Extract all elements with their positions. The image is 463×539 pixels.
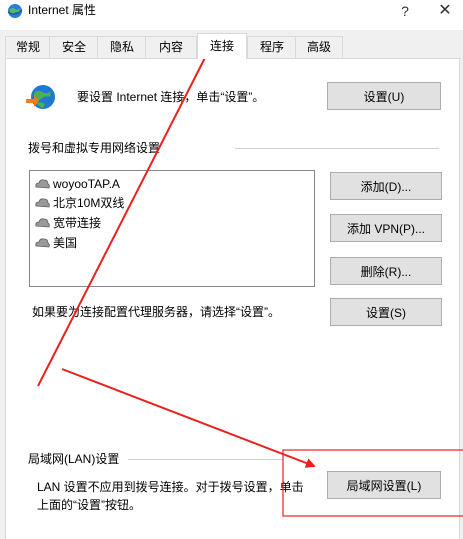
lan-description-line1: LAN 设置不应用到拨号连接。对于拨号设置，单击 [37,480,304,494]
setup-button[interactable]: 设置(U) [327,82,441,110]
lan-section-title: 局域网(LAN)设置 [28,452,120,466]
proxy-description: 如果要为连接配置代理服务器，请选择“设置”。 [32,305,280,319]
tab-general[interactable]: 常规 [5,36,51,58]
list-item[interactable]: 北京10M双线 [34,193,124,212]
list-item[interactable]: woyooTAP.A [34,174,120,193]
lan-separator [128,459,283,460]
title-bar: Internet 属性 ? ✕ [0,0,463,30]
network-connection-icon [35,217,50,227]
connections-list[interactable]: woyooTAP.A 北京10M双线 宽带连接 美国 [29,170,315,287]
dialup-separator [235,148,439,149]
connection-name: woyooTAP.A [53,176,120,191]
dialup-section-title: 拨号和虚拟专用网络设置 [28,141,161,155]
tab-connections[interactable]: 连接 [197,33,247,59]
window-title: Internet 属性 [28,3,97,17]
tab-programs[interactable]: 程序 [247,36,297,58]
internet-setup-icon [26,85,55,109]
lan-settings-button[interactable]: 局域网设置(L) [327,471,441,499]
connection-name: 北京10M双线 [53,196,125,210]
tab-bar: 常规 安全 隐私 内容 连接 程序 高级 [0,33,463,59]
connection-name: 美国 [53,236,78,250]
network-connection-icon [35,178,50,188]
help-button[interactable]: ? [390,0,420,24]
add-vpn-button[interactable]: 添加 VPN(P)... [330,214,442,242]
tab-security[interactable]: 安全 [49,36,99,58]
setup-description: 要设置 Internet 连接，单击“设置”。 [77,90,265,104]
proxy-settings-button[interactable]: 设置(S) [330,298,442,326]
network-connection-icon [35,237,50,247]
close-button[interactable]: ✕ [430,0,460,24]
connection-name: 宽带连接 [53,216,102,230]
tab-privacy[interactable]: 隐私 [97,36,147,58]
network-connection-icon [35,197,50,207]
tab-advanced[interactable]: 高级 [295,36,343,58]
list-item[interactable]: 宽带连接 [34,213,101,232]
add-button[interactable]: 添加(D)... [330,172,442,200]
list-item[interactable]: 美国 [34,233,77,252]
lan-description-line2: 上面的“设置”按钮。 [37,498,141,512]
internet-globe-icon [7,4,23,18]
tab-content[interactable]: 内容 [145,36,197,58]
remove-button[interactable]: 删除(R)... [330,257,442,285]
